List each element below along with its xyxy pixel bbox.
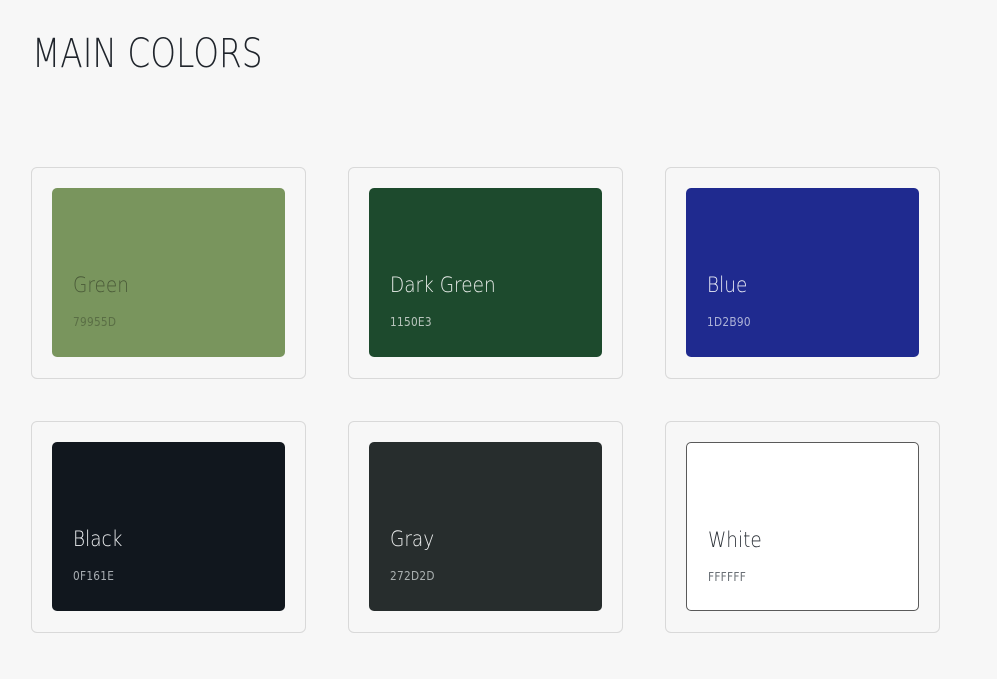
swatch-hex-code: 0F161E: [73, 569, 115, 583]
color-card-dark-green: Dark Green 1150E3: [348, 167, 623, 379]
page-title: MAIN COLORS: [32, 31, 263, 77]
color-card-green: Green 79955D: [31, 167, 306, 379]
swatch-hex-code: 272D2D: [390, 569, 435, 583]
swatch-name: Black: [73, 527, 123, 551]
color-swatch: Black 0F161E: [52, 442, 285, 611]
color-swatch: Green 79955D: [52, 188, 285, 357]
swatch-name: Green: [73, 273, 129, 297]
swatch-name: Dark Green: [390, 273, 496, 297]
swatch-hex-code: FFFFFF: [708, 570, 747, 584]
color-grid: Green 79955D Dark Green 1150E3 Blue 1D2B…: [31, 167, 940, 633]
color-card-gray: Gray 272D2D: [348, 421, 623, 633]
color-card-blue: Blue 1D2B90: [665, 167, 940, 379]
color-card-white: White FFFFFF: [665, 421, 940, 633]
swatch-hex-code: 1D2B90: [707, 315, 751, 329]
swatch-hex-code: 79955D: [73, 315, 117, 329]
color-swatch: White FFFFFF: [686, 442, 919, 611]
swatch-name: Blue: [707, 273, 748, 297]
swatch-hex-code: 1150E3: [390, 315, 432, 329]
color-card-black: Black 0F161E: [31, 421, 306, 633]
color-swatch: Gray 272D2D: [369, 442, 602, 611]
swatch-name: White: [708, 528, 762, 552]
color-swatch: Dark Green 1150E3: [369, 188, 602, 357]
swatch-name: Gray: [390, 527, 435, 551]
color-swatch: Blue 1D2B90: [686, 188, 919, 357]
